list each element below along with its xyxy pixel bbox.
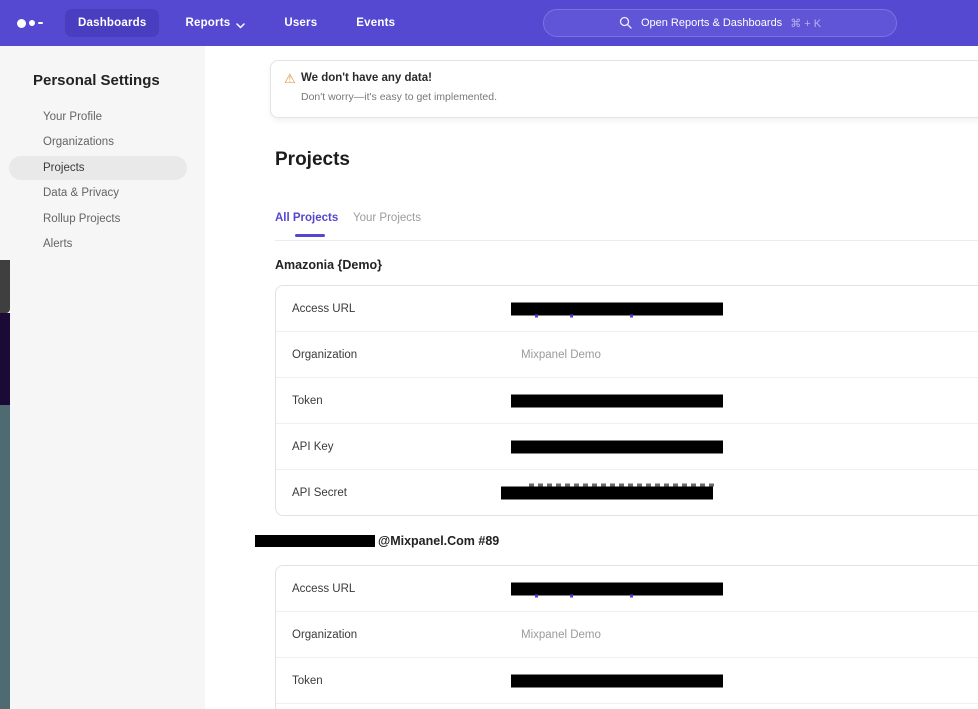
logo-dot-large bbox=[17, 19, 26, 28]
table-row-partial bbox=[276, 704, 978, 709]
top-navigation-bar: Dashboards Reports Users Events Open Rep… bbox=[0, 0, 978, 46]
tab-all-projects[interactable]: All Projects bbox=[275, 212, 338, 224]
primary-nav: Dashboards Reports Users Events bbox=[65, 9, 421, 37]
edge-strip-purple bbox=[0, 313, 10, 405]
table-row-token: Token bbox=[276, 658, 978, 704]
alert-subtitle: Don't worry—it's easy to get implemented… bbox=[301, 91, 497, 103]
active-tab-indicator bbox=[295, 234, 325, 237]
main-content: ⚠ We don't have any data! Don't worry—it… bbox=[205, 46, 978, 709]
table-row-api-key: API Key bbox=[276, 424, 978, 470]
redacted-value bbox=[511, 302, 723, 315]
logo-dash-small bbox=[38, 22, 43, 25]
field-label: Token bbox=[292, 675, 323, 687]
table-row-api-secret: API Secret bbox=[276, 470, 978, 516]
chevron-down-icon bbox=[236, 20, 245, 26]
sidebar-nav-list: Your Profile Organizations Projects Data… bbox=[0, 104, 205, 257]
sidebar-item-data-privacy[interactable]: Data & Privacy bbox=[0, 181, 205, 207]
tabs-divider bbox=[275, 240, 978, 241]
field-label: API Key bbox=[292, 441, 334, 453]
sidebar-item-rollup-projects[interactable]: Rollup Projects bbox=[0, 206, 205, 232]
alert-title: We don't have any data! bbox=[301, 72, 432, 84]
project-details-card: Access URL Organization Mixpanel Demo To… bbox=[275, 565, 978, 709]
table-row-access-url: Access URL bbox=[276, 566, 978, 612]
project-details-card: Access URL Organization Mixpanel Demo To… bbox=[275, 285, 978, 516]
table-row-organization: Organization Mixpanel Demo bbox=[276, 332, 978, 378]
search-shortcut: ⌘ + K bbox=[790, 17, 821, 30]
redacted-link-descenders bbox=[511, 594, 723, 597]
tab-your-projects[interactable]: Your Projects bbox=[353, 212, 421, 224]
field-label: Organization bbox=[292, 349, 357, 361]
no-data-alert-banner: ⚠ We don't have any data! Don't worry—it… bbox=[270, 60, 978, 118]
project-title: @Mixpanel.Com #89 bbox=[255, 534, 499, 548]
field-label: Organization bbox=[292, 629, 357, 641]
redacted-project-name bbox=[255, 535, 375, 547]
sidebar-item-alerts[interactable]: Alerts bbox=[0, 232, 205, 258]
field-value: Mixpanel Demo bbox=[521, 629, 601, 641]
settings-sidebar: Personal Settings Your Profile Organizat… bbox=[0, 46, 205, 709]
search-placeholder: Open Reports & Dashboards bbox=[641, 17, 782, 29]
sidebar-item-projects[interactable]: Projects bbox=[0, 155, 205, 181]
edge-strip-teal bbox=[0, 405, 10, 709]
mixpanel-logo[interactable] bbox=[17, 19, 53, 28]
warning-icon: ⚠ bbox=[284, 71, 296, 87]
nav-users[interactable]: Users bbox=[271, 9, 330, 37]
nav-reports-label: Reports bbox=[185, 17, 230, 29]
nav-reports[interactable]: Reports bbox=[172, 9, 258, 37]
global-search-button[interactable]: Open Reports & Dashboards ⌘ + K bbox=[543, 9, 897, 37]
field-label: API Secret bbox=[292, 487, 347, 499]
field-label: Access URL bbox=[292, 303, 355, 315]
field-label: Token bbox=[292, 395, 323, 407]
table-row-token: Token bbox=[276, 378, 978, 424]
nav-events[interactable]: Events bbox=[343, 9, 408, 37]
project-title: Amazonia {Demo} bbox=[275, 258, 382, 272]
field-label: Access URL bbox=[292, 583, 355, 595]
edge-strip-dark-tab bbox=[0, 260, 10, 313]
table-row-access-url: Access URL bbox=[276, 286, 978, 332]
redacted-value bbox=[511, 674, 723, 687]
field-value: Mixpanel Demo bbox=[521, 349, 601, 361]
page-title: Projects bbox=[275, 149, 350, 171]
nav-dashboards[interactable]: Dashboards bbox=[65, 9, 159, 37]
redacted-value bbox=[511, 440, 723, 453]
sidebar-item-your-profile[interactable]: Your Profile bbox=[0, 104, 205, 130]
redacted-value bbox=[501, 487, 713, 500]
redacted-link-descenders bbox=[511, 314, 723, 317]
sidebar-item-organizations[interactable]: Organizations bbox=[0, 130, 205, 156]
redacted-text-peek bbox=[529, 484, 715, 487]
redacted-value bbox=[511, 394, 723, 407]
search-icon bbox=[619, 16, 633, 30]
logo-dot-medium bbox=[29, 20, 35, 26]
sidebar-title: Personal Settings bbox=[33, 72, 160, 89]
redacted-value bbox=[511, 582, 723, 595]
table-row-organization: Organization Mixpanel Demo bbox=[276, 612, 978, 658]
